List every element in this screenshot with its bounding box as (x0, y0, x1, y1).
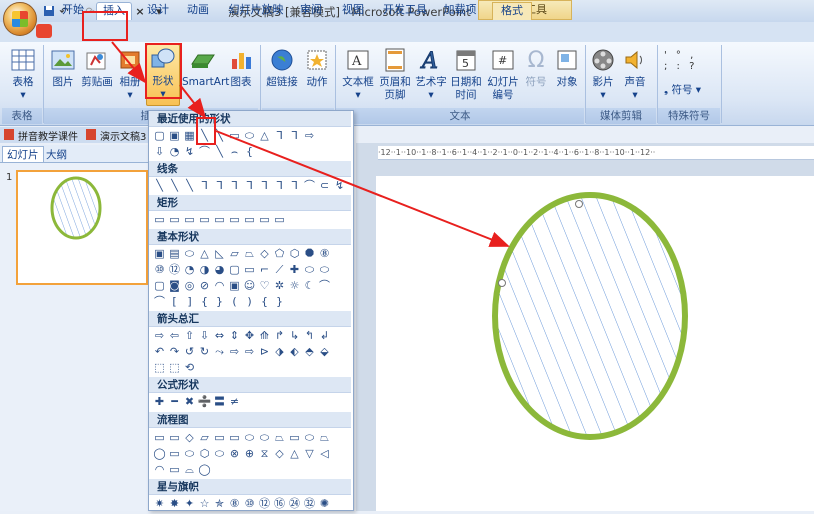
office-logo-icon (12, 11, 28, 27)
office-button[interactable] (3, 2, 37, 36)
annotation-arrows (111, 41, 510, 247)
